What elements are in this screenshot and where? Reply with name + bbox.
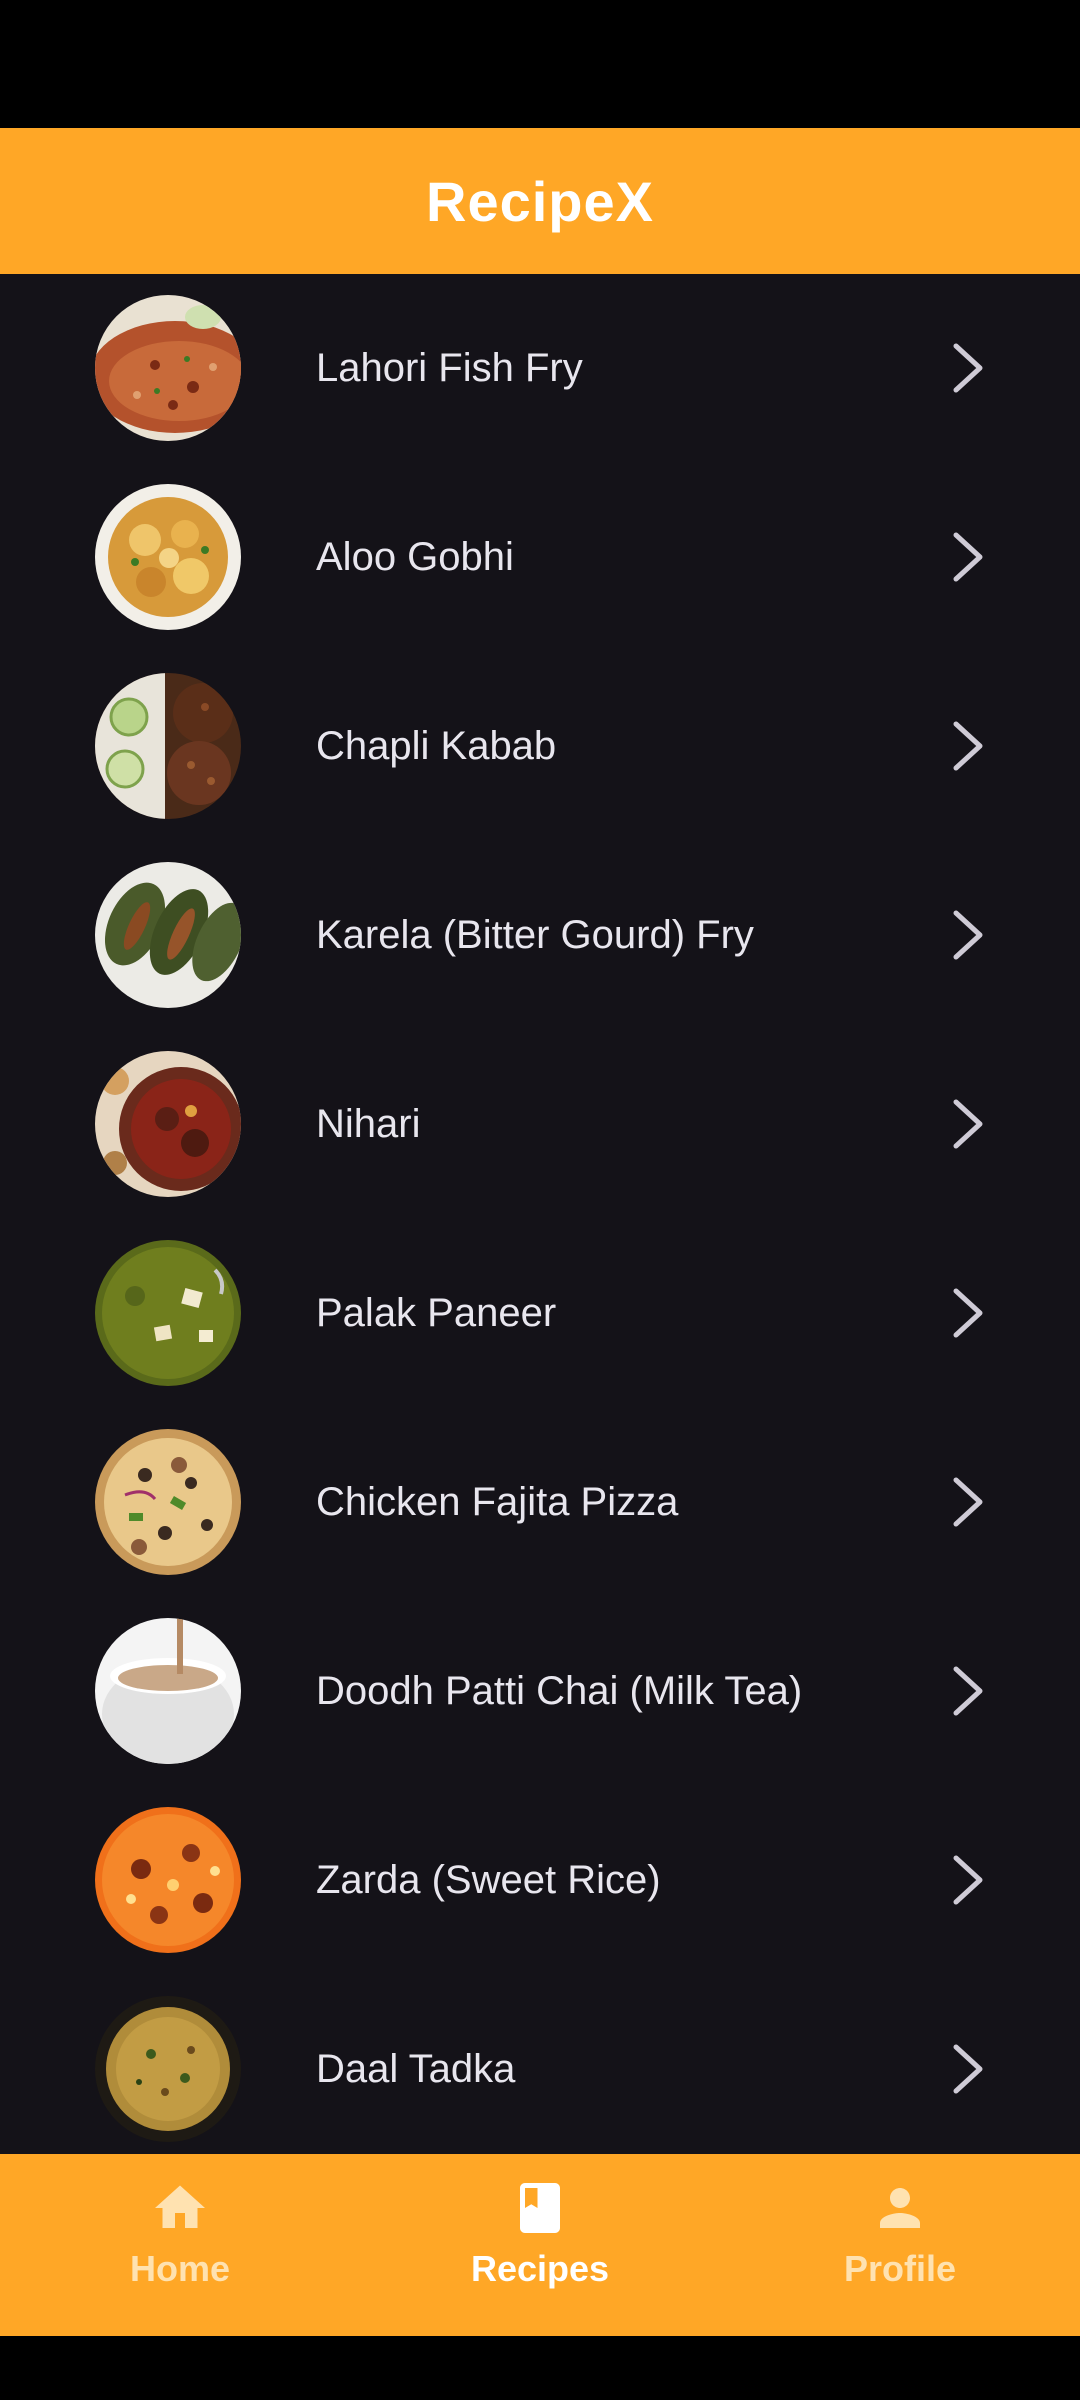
recipe-thumbnail (95, 1996, 241, 2142)
chevron-right-icon (953, 1855, 983, 1905)
chevron-right-icon (953, 1477, 983, 1527)
recipe-name: Chicken Fajita Pizza (316, 1480, 679, 1524)
recipe-name: Lahori Fish Fry (316, 346, 583, 390)
recipe-name: Zarda (Sweet Rice) (316, 1858, 661, 1902)
chevron-right-icon (953, 343, 983, 393)
recipe-list-item[interactable]: Zarda (Sweet Rice) (0, 1786, 1080, 1975)
person-icon (880, 2188, 920, 2228)
recipe-thumbnail (95, 1618, 241, 1764)
recipe-name: Aloo Gobhi (316, 535, 514, 579)
recipe-thumbnail (95, 673, 241, 819)
recipe-thumbnail (95, 1429, 241, 1575)
status-bar (0, 0, 1080, 128)
recipe-list-item[interactable]: Palak Paneer (0, 1219, 1080, 1408)
chevron-right-icon (953, 532, 983, 582)
recipe-name: Chapli Kabab (316, 724, 557, 768)
recipe-thumbnail (95, 484, 241, 630)
recipe-thumbnail (95, 1240, 241, 1386)
chevron-right-icon (953, 1288, 983, 1338)
recipe-name: Karela (Bitter Gourd) Fry (316, 913, 754, 957)
nav-item-profile[interactable]: Profile (720, 2154, 1080, 2336)
recipe-thumbnail (95, 295, 241, 441)
recipe-list-item[interactable]: Chicken Fajita Pizza (0, 1408, 1080, 1597)
recipe-list[interactable]: Lahori Fish Fry Aloo Gobhi Chapli Kabab … (0, 274, 1080, 2154)
chevron-right-icon (953, 1666, 983, 1716)
nav-label-profile: Profile (843, 2248, 957, 2289)
recipe-name: Nihari (316, 1102, 421, 1146)
recipe-list-item[interactable]: Lahori Fish Fry (0, 274, 1080, 463)
recipe-thumbnail (95, 862, 241, 1008)
recipe-thumbnail (95, 1051, 241, 1197)
recipe-name: Doodh Patti Chai (Milk Tea) (316, 1669, 803, 1713)
recipe-name: Daal Tadka (316, 2047, 516, 2091)
app-title: RecipeX (426, 169, 654, 233)
chevron-right-icon (953, 910, 983, 960)
recipe-list-item[interactable]: Chapli Kabab (0, 652, 1080, 841)
system-navigation-bar (0, 2336, 1080, 2400)
home-icon (155, 2185, 205, 2228)
chevron-right-icon (953, 2044, 983, 2094)
nav-item-home[interactable]: Home (0, 2154, 360, 2336)
recipe-list-item[interactable]: Karela (Bitter Gourd) Fry (0, 841, 1080, 1030)
nav-label-recipes: Recipes (470, 2248, 610, 2289)
nav-item-recipes[interactable]: Recipes (360, 2154, 720, 2336)
app-bar: RecipeX (0, 128, 1080, 274)
recipe-thumbnail (95, 1807, 241, 1953)
chevron-right-icon (953, 721, 983, 771)
nav-label-home: Home (129, 2248, 231, 2289)
book-icon (520, 2183, 560, 2233)
recipe-name: Palak Paneer (316, 1291, 557, 1335)
bottom-navigation: Home Recipes Profile (0, 2154, 1080, 2336)
recipe-list-item[interactable]: Aloo Gobhi (0, 463, 1080, 652)
recipe-list-item[interactable]: Nihari (0, 1030, 1080, 1219)
chevron-right-icon (953, 1099, 983, 1149)
recipe-list-item[interactable]: Daal Tadka (0, 1975, 1080, 2154)
recipe-list-item[interactable]: Doodh Patti Chai (Milk Tea) (0, 1597, 1080, 1786)
